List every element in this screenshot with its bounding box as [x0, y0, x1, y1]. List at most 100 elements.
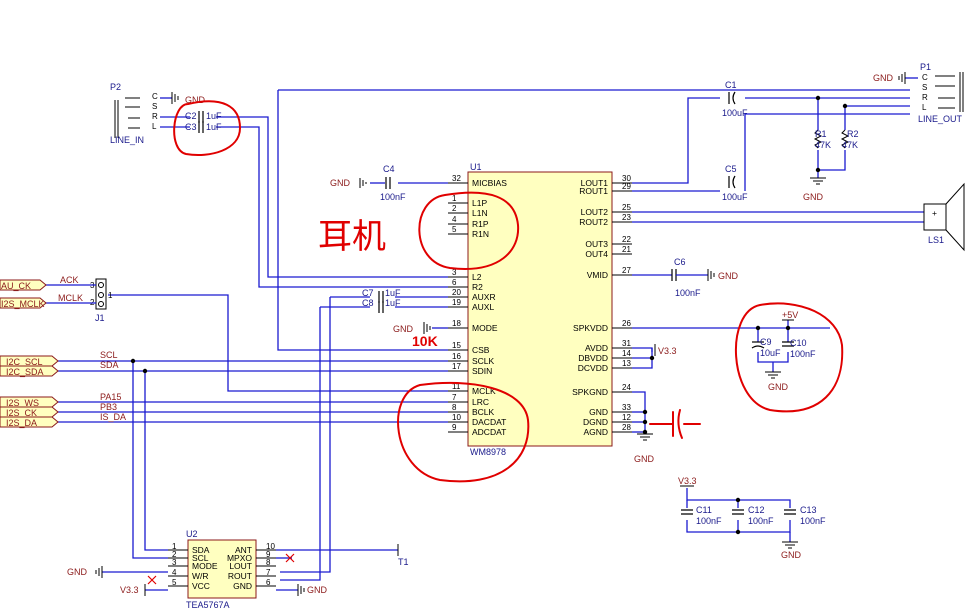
u2-pin-num: 8: [266, 558, 271, 567]
c13-gnd-label: GND: [781, 550, 802, 560]
u1-pin-name: CSB: [472, 345, 490, 355]
p2-name: LINE_IN: [110, 135, 144, 145]
u1-pin-num: 12: [622, 413, 631, 422]
u1-pin-num: 14: [622, 349, 631, 358]
u1-pin-num: 6: [452, 278, 457, 287]
u1-pin-num: 31: [622, 339, 631, 348]
u1-pin-name: AVDD: [585, 343, 608, 353]
port-i2c-sda: I2C_SDA: [0, 365, 59, 377]
p2-pin-s: S: [152, 102, 157, 111]
c3-value: 1uF: [206, 122, 222, 132]
c8-value: 1uF: [385, 298, 401, 308]
c9-ref: C9: [760, 337, 772, 347]
c5-capacitor[interactable]: C5 100uF: [722, 164, 748, 202]
r1-ref: R1: [815, 129, 827, 139]
r2-resistor[interactable]: R2 47K: [840, 129, 859, 150]
ports: AU_CK I2S_MCLK I2C_SCL I2C_SDA I2S_WS I2…: [0, 279, 59, 428]
u1-pin-name: SDIN: [472, 366, 492, 376]
u1-pin-name: MICBIAS: [472, 178, 507, 188]
u1-pin-num: 10: [452, 413, 461, 422]
c6-capacitor[interactable]: GND C6 100nF: [671, 257, 739, 298]
p1-pin-c: C: [922, 73, 928, 82]
u2-pin-name: LOUT: [229, 561, 252, 571]
c3-capacitor[interactable]: C3 1uF: [185, 121, 222, 133]
c6-ref: C6: [674, 257, 686, 267]
net-is-da: IS_DA: [100, 412, 126, 422]
u1-pin-num: 28: [622, 423, 631, 432]
u1-pin-num: 21: [622, 245, 631, 254]
u1-pin-name: AUXR: [472, 292, 496, 302]
c12-ref: C12: [748, 505, 765, 515]
u1-pin-name: R1N: [472, 229, 489, 239]
u1-pin-num: 2: [452, 204, 457, 213]
port-au-ck: AU_CK: [0, 279, 47, 291]
u2-right-pins: 10ANT 9MPXO 8LOUT7ROUT6GND: [227, 542, 276, 591]
u1-pin-name: ROUT2: [579, 217, 608, 227]
p1-pin-r: R: [922, 93, 928, 102]
c4-capacitor[interactable]: C4 100nF GND: [330, 164, 406, 202]
c7-ref: C7: [362, 288, 374, 298]
p1-gnd-label: GND: [873, 73, 894, 83]
u1-pin-num: 19: [452, 298, 461, 307]
u1-pin-num: 22: [622, 235, 631, 244]
net-pb3: PB3: [100, 402, 117, 412]
port-i2s-mclk: I2S_MCLK: [0, 297, 47, 309]
mode-gnd-label: GND: [393, 324, 414, 334]
ls1-plus: +: [932, 208, 937, 218]
c9-value: 10uF: [760, 348, 781, 358]
u1-pin-num: 15: [452, 341, 461, 350]
net-mclk: MCLK: [58, 293, 83, 303]
u1-pin-name: LOUT2: [581, 207, 609, 217]
u2-pin-name: GND: [233, 581, 252, 591]
c13-value: 100nF: [800, 516, 826, 526]
j1-pin-1: 1: [108, 291, 113, 300]
u1-pin-num: 5: [452, 225, 457, 234]
net-pa15: PA15: [100, 392, 121, 402]
u1-pin-name: OUT3: [585, 239, 608, 249]
port-i2c-scl: I2C_SCL: [0, 355, 59, 367]
u1-pin-num: 17: [452, 362, 461, 371]
u1-pin-name: DGND: [583, 417, 608, 427]
p2-pin-c: C: [152, 92, 158, 101]
u2-pin-num: 4: [172, 568, 177, 577]
u1-pin-name: AGND: [583, 427, 608, 437]
res-annotation: 10K: [412, 333, 438, 349]
p1-connector[interactable]: P1 C S R L GND LINE_OUT: [873, 62, 964, 124]
u1-pin-name: DBVDD: [578, 353, 608, 363]
c4-gnd-label: GND: [330, 178, 351, 188]
ls1-speaker[interactable]: + LS1: [923, 182, 965, 252]
u1-pin-num: 8: [452, 403, 457, 412]
c8-capacitor[interactable]: C8 1uF: [362, 298, 401, 313]
u1-pin-num: 13: [622, 359, 631, 368]
svg-text:I2S_DA: I2S_DA: [6, 418, 37, 428]
u1-pin-num: 23: [622, 213, 631, 222]
u1-gnd-label: GND: [634, 454, 655, 464]
u1-pin-name: ADCDAT: [472, 427, 506, 437]
c1-value: 100uF: [722, 108, 748, 118]
u1-ref: U1: [470, 162, 482, 172]
u1-pin-num: 27: [622, 266, 631, 275]
c1-capacitor[interactable]: C1 100uF: [722, 80, 748, 118]
p1-pin-l: L: [922, 103, 927, 112]
svg-text:I2S_MCLK: I2S_MCLK: [1, 299, 45, 309]
u1-pin-name: L1N: [472, 208, 488, 218]
c10-value: 100nF: [790, 349, 816, 359]
u1-pin-name: ROUT1: [579, 186, 608, 196]
r1-resistor[interactable]: R1 47K: [813, 129, 831, 150]
r-gnd: GND: [803, 177, 826, 202]
u1-pin-name: R2: [472, 282, 483, 292]
p1-ref: P1: [920, 62, 931, 72]
c5-ref: C5: [725, 164, 737, 174]
u1-gnd: GND: [634, 433, 655, 464]
c5-value: 100uF: [722, 192, 748, 202]
p2-ref: P2: [110, 82, 121, 92]
p5v-group[interactable]: +5V C9 10uF C10 100nF GND: [751, 310, 816, 392]
u1-pin-name: MODE: [472, 323, 498, 333]
schematic-canvas: U1 WM8978 32 MICBIAS1 L1P2 L1N4 R1P5 R1N3 L26 R…: [0, 62, 965, 610]
u1-pin-num: 20: [452, 288, 461, 297]
u2-pin-name: MODE: [192, 561, 218, 571]
decoupling-caps[interactable]: V3.3 C11 100nF C12 100nF C13 100nF GND: [678, 476, 826, 560]
avdd-v33-label: V3.3: [658, 346, 677, 356]
u2-pin-name: VCC: [192, 581, 210, 591]
c6-gnd-label: GND: [718, 271, 739, 281]
